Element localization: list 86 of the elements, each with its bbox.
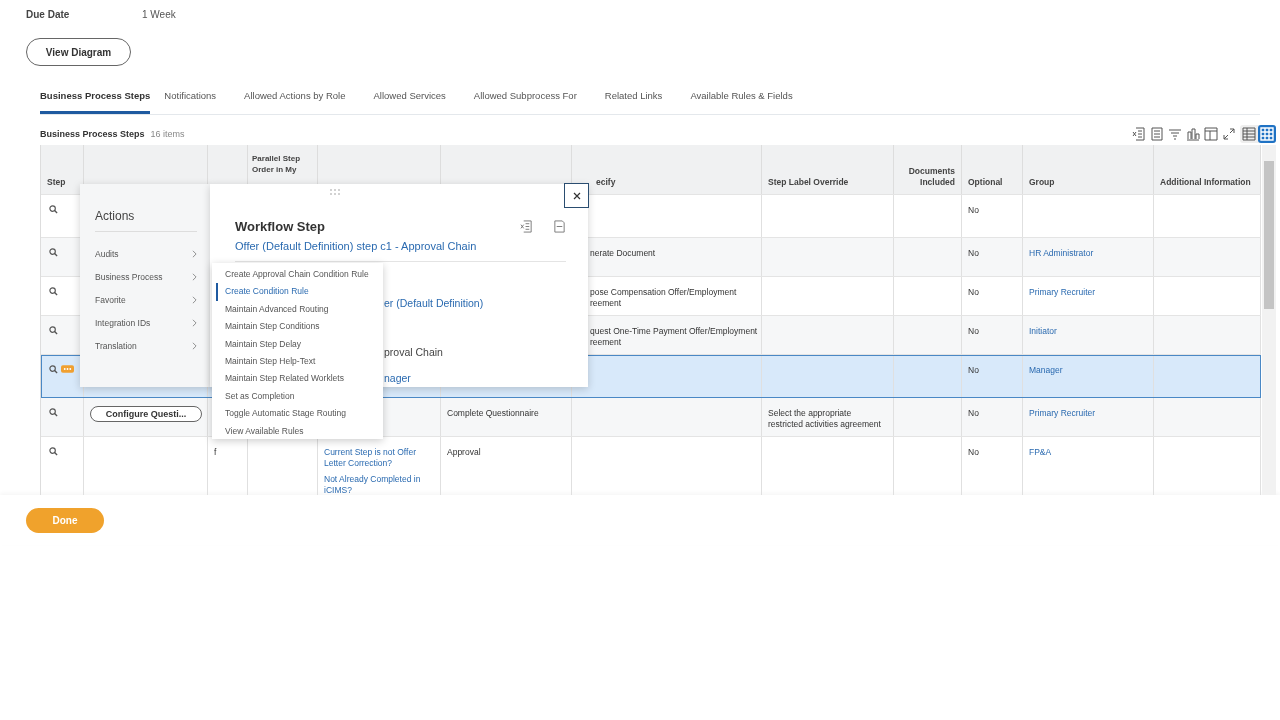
column-header: ecify (596, 177, 616, 188)
close-button[interactable] (564, 183, 589, 208)
menu-title: Actions (95, 184, 197, 232)
search-icon[interactable] (49, 447, 58, 456)
document-icon[interactable] (1150, 127, 1164, 141)
pdf-icon[interactable] (553, 220, 566, 233)
view-diagram-button[interactable]: View Diagram (26, 38, 131, 66)
export-excel-icon[interactable] (1132, 127, 1146, 141)
table-view-icon[interactable] (1240, 125, 1258, 143)
column-header: Optional (968, 177, 1003, 188)
tab[interactable]: Notifications (164, 90, 231, 114)
table-cell: No (968, 365, 979, 375)
menu-item[interactable]: Maintain Step Related Worklets (216, 370, 383, 388)
menu-item[interactable]: Maintain Step Delay (216, 335, 383, 353)
close-icon (571, 190, 582, 201)
tab[interactable]: Available Rules & Fields (690, 90, 807, 114)
chevron-icon (192, 295, 197, 304)
tab[interactable]: Allowed Actions by Role (244, 90, 360, 114)
column-header: Parallel Step Order in My (252, 153, 302, 175)
table-cell: No (968, 248, 979, 258)
workflow-step-link[interactable]: Offer (Default Definition) step c1 - Approval Chain (235, 240, 566, 252)
condition-link[interactable]: Not Already Completed in iCIMS? (324, 474, 434, 495)
export-excel-icon[interactable] (520, 220, 533, 233)
menu-item[interactable]: View Available Rules (216, 422, 383, 440)
column-header: Step Label Override (768, 177, 849, 188)
expand-icon[interactable] (1222, 127, 1236, 141)
menu-item[interactable]: Audits (95, 242, 197, 265)
search-icon[interactable] (49, 205, 58, 214)
field-link[interactable]: nager (384, 372, 411, 384)
search-icon[interactable] (49, 248, 58, 257)
group-link[interactable]: Primary Recruiter (1029, 408, 1096, 418)
search-icon[interactable] (49, 326, 58, 335)
drag-handle-icon[interactable] (330, 189, 340, 195)
tab[interactable]: Business Process Steps (40, 90, 151, 114)
chevron-icon (192, 318, 197, 327)
tab[interactable]: Allowed Services (373, 90, 460, 114)
group-link[interactable]: Manager (1029, 365, 1063, 375)
table-cell: Select the appropriate restricted activities agreement (768, 408, 881, 429)
group-link[interactable]: FP&A (1029, 447, 1052, 457)
search-icon[interactable] (49, 365, 58, 374)
table-cell: quest One-Time Payment Offer/Employment reement (590, 326, 755, 348)
chevron-icon (192, 272, 197, 281)
table-cell-text: pose Compensation Offer/Employment reement (590, 287, 738, 309)
field-label: Due Date (26, 9, 71, 22)
grid-view-icon[interactable] (1258, 125, 1276, 143)
menu-item[interactable]: Translation (95, 334, 197, 357)
table-cell: Approval (447, 447, 481, 457)
bar-chart-icon[interactable] (1186, 127, 1200, 141)
group-link[interactable]: Primary Recruiter (1029, 287, 1096, 297)
tab[interactable]: Related Links (604, 90, 677, 114)
condition-link[interactable]: Current Step is not Offer Letter Correction? (324, 447, 434, 469)
column-header: Additional Information (1160, 177, 1251, 188)
menu-item[interactable]: Maintain Step Conditions (216, 318, 383, 336)
filter-icon[interactable] (1168, 127, 1182, 141)
field-value: 1 Week (142, 9, 176, 22)
configure-button[interactable]: Configure Questi... (90, 406, 202, 422)
card-title: Workflow Step (235, 219, 327, 234)
table-cell: No (968, 447, 979, 457)
table-cell: No (968, 287, 979, 297)
column-header: Documents Included (907, 166, 955, 188)
menu-item[interactable]: Maintain Advanced Routing (216, 300, 383, 319)
table-cell-text: nerate Document (590, 248, 657, 259)
table-title: Business Process Steps (40, 129, 145, 139)
menu-item[interactable]: Maintain Step Help-Text (216, 352, 383, 371)
tab[interactable]: Allowed Subprocess For (473, 90, 591, 114)
chevron-icon (192, 249, 197, 258)
column-header: Group (1029, 177, 1055, 188)
table-cell: No (968, 205, 979, 215)
menu-item[interactable]: Create Condition Rule (216, 283, 383, 301)
group-link[interactable]: HR Administrator (1029, 248, 1094, 258)
menu-item[interactable]: Favorite (95, 288, 197, 311)
table-cell: Complete Questionnaire (447, 408, 539, 418)
search-icon[interactable] (49, 287, 58, 296)
field-value: proval Chain (384, 346, 443, 358)
group-link[interactable]: Initiator (1029, 326, 1057, 336)
table-cell: No (968, 326, 979, 336)
table-cell: No (968, 408, 979, 418)
menu-item[interactable]: Toggle Automatic Stage Routing (216, 405, 383, 423)
table-cell: f (214, 447, 217, 457)
item-count: 16 items (150, 129, 185, 139)
layout-icon[interactable] (1204, 127, 1218, 141)
column-header: Step (47, 177, 66, 188)
scrollbar[interactable] (1262, 145, 1276, 495)
search-icon[interactable] (49, 408, 58, 417)
chevron-icon (192, 341, 197, 350)
field-link[interactable]: er (Default Definition) (384, 297, 484, 309)
